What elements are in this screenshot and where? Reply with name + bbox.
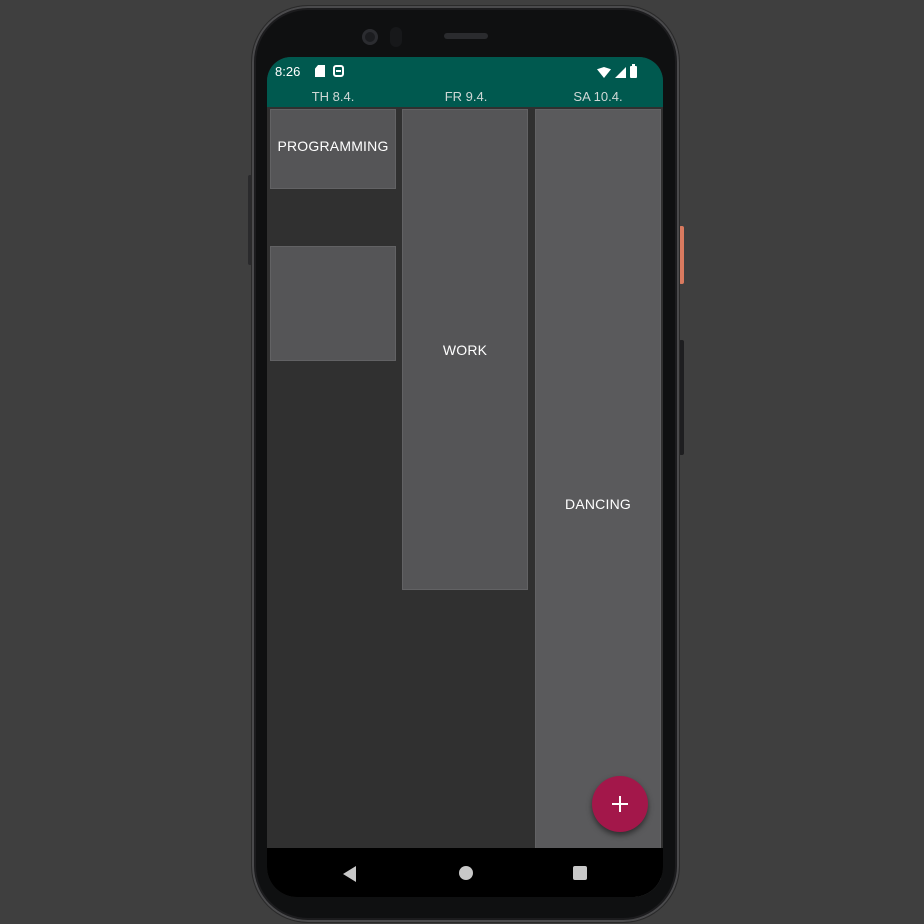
phone-power-button bbox=[679, 226, 684, 284]
earpiece-speaker bbox=[444, 33, 488, 39]
status-left-icons bbox=[315, 65, 344, 77]
event-title: WORK bbox=[442, 341, 488, 358]
signal-icon bbox=[615, 67, 626, 78]
event-work[interactable]: WORK bbox=[402, 109, 528, 590]
status-right-icons bbox=[597, 64, 637, 78]
plus-icon bbox=[612, 796, 628, 812]
front-camera bbox=[362, 29, 378, 45]
s-shield-icon bbox=[333, 65, 344, 77]
screen: 8:26 TH 8.4. FR 9.4. SA 10.4. PROGRAMMIN… bbox=[267, 57, 663, 897]
day-label-thursday[interactable]: TH 8.4. bbox=[269, 89, 397, 104]
battery-icon bbox=[630, 64, 637, 78]
day-header: TH 8.4. FR 9.4. SA 10.4. bbox=[267, 87, 663, 107]
wifi-icon bbox=[597, 67, 611, 78]
status-bar: 8:26 bbox=[267, 57, 663, 87]
add-event-button[interactable] bbox=[592, 776, 648, 832]
proximity-sensor bbox=[390, 27, 402, 47]
sd-card-icon bbox=[315, 65, 325, 77]
home-icon[interactable] bbox=[459, 866, 473, 880]
day-label-saturday[interactable]: SA 10.4. bbox=[534, 89, 662, 104]
event-title: DANCING bbox=[565, 496, 631, 512]
day-label-friday[interactable]: FR 9.4. bbox=[402, 89, 530, 104]
event-programming[interactable]: PROGRAMMING bbox=[270, 109, 396, 189]
back-icon[interactable] bbox=[343, 866, 356, 882]
status-time: 8:26 bbox=[275, 64, 301, 79]
event-title: PROGRAMMING bbox=[277, 138, 389, 154]
navigation-bar bbox=[267, 848, 663, 897]
recents-icon[interactable] bbox=[573, 866, 587, 880]
event-untitled[interactable] bbox=[270, 246, 396, 361]
phone-volume-button bbox=[679, 340, 684, 455]
event-dancing[interactable]: DANCING bbox=[535, 109, 661, 897]
